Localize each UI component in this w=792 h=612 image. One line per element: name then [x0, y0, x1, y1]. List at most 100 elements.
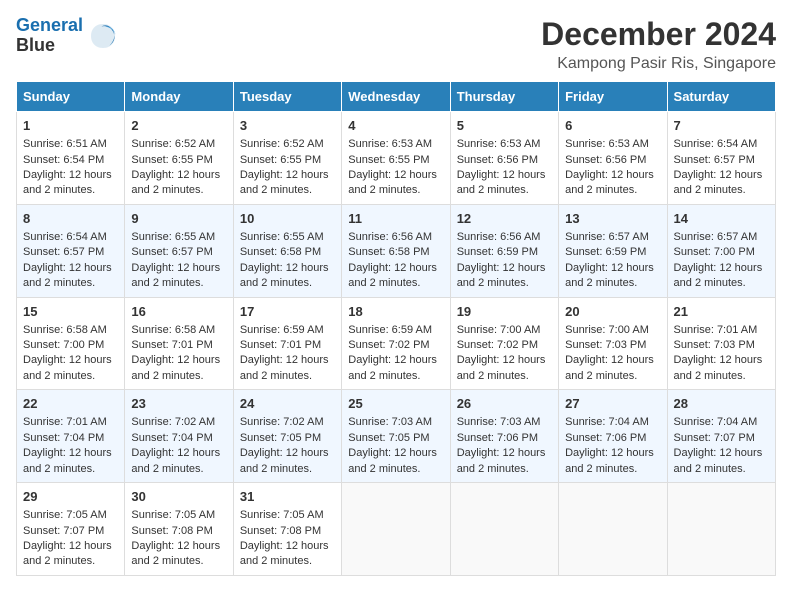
- calendar-cell: 13Sunrise: 6:57 AMSunset: 6:59 PMDayligh…: [559, 204, 667, 297]
- logo-icon: [87, 20, 119, 52]
- day-number: 2: [131, 117, 226, 135]
- day-number: 20: [565, 303, 660, 321]
- day-info: Sunrise: 6:52 AMSunset: 6:55 PMDaylight:…: [240, 138, 329, 196]
- calendar-cell: [342, 483, 450, 576]
- day-number: 6: [565, 117, 660, 135]
- day-info: Sunrise: 7:05 AMSunset: 7:07 PMDaylight:…: [23, 509, 112, 567]
- day-number: 1: [23, 117, 118, 135]
- day-info: Sunrise: 6:55 AMSunset: 6:58 PMDaylight:…: [240, 231, 329, 289]
- logo: GeneralBlue: [16, 16, 119, 56]
- day-info: Sunrise: 7:03 AMSunset: 7:06 PMDaylight:…: [457, 416, 546, 474]
- calendar-cell: 15 Sunrise: 6:58 AMSunset: 7:00 PMDayligh…: [17, 297, 125, 390]
- day-info: Sunrise: 6:53 AMSunset: 6:56 PMDaylight:…: [565, 138, 654, 196]
- day-number: 11: [348, 210, 443, 228]
- day-header-saturday: Saturday: [667, 82, 775, 112]
- calendar-cell: 29 Sunrise: 7:05 AMSunset: 7:07 PMDayligh…: [17, 483, 125, 576]
- week-row-2: 8Sunrise: 6:54 AMSunset: 6:57 PMDaylight…: [17, 204, 776, 297]
- calendar-cell: 3 Sunrise: 6:52 AMSunset: 6:55 PMDaylight…: [233, 112, 341, 205]
- logo-text: GeneralBlue: [16, 16, 83, 56]
- calendar-cell: [667, 483, 775, 576]
- day-number: 14: [674, 210, 769, 228]
- calendar-cell: 11Sunrise: 6:56 AMSunset: 6:58 PMDayligh…: [342, 204, 450, 297]
- day-info: Sunrise: 7:05 AMSunset: 7:08 PMDaylight:…: [240, 509, 329, 567]
- day-info: Sunrise: 6:57 AMSunset: 6:59 PMDaylight:…: [565, 231, 654, 289]
- day-info: Sunrise: 7:05 AMSunset: 7:08 PMDaylight:…: [131, 509, 220, 567]
- day-info: Sunrise: 6:51 AMSunset: 6:54 PMDaylight:…: [23, 138, 112, 196]
- day-info: Sunrise: 6:54 AMSunset: 6:57 PMDaylight:…: [674, 138, 763, 196]
- day-number: 3: [240, 117, 335, 135]
- day-number: 9: [131, 210, 226, 228]
- day-info: Sunrise: 6:57 AMSunset: 7:00 PMDaylight:…: [674, 231, 763, 289]
- day-header-sunday: Sunday: [17, 82, 125, 112]
- calendar-cell: 7 Sunrise: 6:54 AMSunset: 6:57 PMDaylight…: [667, 112, 775, 205]
- day-header-thursday: Thursday: [450, 82, 558, 112]
- day-number: 12: [457, 210, 552, 228]
- week-row-4: 22 Sunrise: 7:01 AMSunset: 7:04 PMDayligh…: [17, 390, 776, 483]
- day-info: Sunrise: 6:55 AMSunset: 6:57 PMDaylight:…: [131, 231, 220, 289]
- week-row-1: 1 Sunrise: 6:51 AMSunset: 6:54 PMDaylight…: [17, 112, 776, 205]
- day-number: 31: [240, 488, 335, 506]
- day-info: Sunrise: 6:56 AMSunset: 6:59 PMDaylight:…: [457, 231, 546, 289]
- day-number: 30: [131, 488, 226, 506]
- day-number: 18: [348, 303, 443, 321]
- day-header-tuesday: Tuesday: [233, 82, 341, 112]
- calendar-cell: 21 Sunrise: 7:01 AMSunset: 7:03 PMDayligh…: [667, 297, 775, 390]
- day-number: 17: [240, 303, 335, 321]
- day-number: 21: [674, 303, 769, 321]
- day-number: 7: [674, 117, 769, 135]
- week-row-5: 29 Sunrise: 7:05 AMSunset: 7:07 PMDayligh…: [17, 483, 776, 576]
- day-header-monday: Monday: [125, 82, 233, 112]
- day-info: Sunrise: 6:52 AMSunset: 6:55 PMDaylight:…: [131, 138, 220, 196]
- main-title: December 2024: [541, 16, 776, 53]
- day-number: 22: [23, 395, 118, 413]
- day-info: Sunrise: 7:01 AMSunset: 7:04 PMDaylight:…: [23, 416, 112, 474]
- calendar-cell: 25 Sunrise: 7:03 AMSunset: 7:05 PMDayligh…: [342, 390, 450, 483]
- calendar-cell: 27 Sunrise: 7:04 AMSunset: 7:06 PMDayligh…: [559, 390, 667, 483]
- day-info: Sunrise: 6:53 AMSunset: 6:55 PMDaylight:…: [348, 138, 437, 196]
- day-info: Sunrise: 7:04 AMSunset: 7:07 PMDaylight:…: [674, 416, 763, 474]
- calendar-cell: 22 Sunrise: 7:01 AMSunset: 7:04 PMDayligh…: [17, 390, 125, 483]
- calendar-cell: 24 Sunrise: 7:02 AMSunset: 7:05 PMDayligh…: [233, 390, 341, 483]
- header: GeneralBlue December 2024 Kampong Pasir …: [16, 16, 776, 73]
- calendar-cell: 17 Sunrise: 6:59 AMSunset: 7:01 PMDayligh…: [233, 297, 341, 390]
- day-number: 16: [131, 303, 226, 321]
- day-header-wednesday: Wednesday: [342, 82, 450, 112]
- day-info: Sunrise: 6:58 AMSunset: 7:01 PMDaylight:…: [131, 324, 220, 382]
- day-header-friday: Friday: [559, 82, 667, 112]
- subtitle: Kampong Pasir Ris, Singapore: [541, 55, 776, 73]
- week-row-3: 15 Sunrise: 6:58 AMSunset: 7:00 PMDayligh…: [17, 297, 776, 390]
- calendar-cell: 14 Sunrise: 6:57 AMSunset: 7:00 PMDayligh…: [667, 204, 775, 297]
- calendar-cell: 31 Sunrise: 7:05 AMSunset: 7:08 PMDayligh…: [233, 483, 341, 576]
- calendar-cell: 12 Sunrise: 6:56 AMSunset: 6:59 PMDayligh…: [450, 204, 558, 297]
- calendar-cell: 28 Sunrise: 7:04 AMSunset: 7:07 PMDayligh…: [667, 390, 775, 483]
- day-info: Sunrise: 7:03 AMSunset: 7:05 PMDaylight:…: [348, 416, 437, 474]
- day-number: 27: [565, 395, 660, 413]
- day-info: Sunrise: 6:53 AMSunset: 6:56 PMDaylight:…: [457, 138, 546, 196]
- day-number: 4: [348, 117, 443, 135]
- calendar-cell: 19Sunrise: 7:00 AMSunset: 7:02 PMDayligh…: [450, 297, 558, 390]
- day-number: 24: [240, 395, 335, 413]
- calendar-cell: [450, 483, 558, 576]
- calendar-cell: 2 Sunrise: 6:52 AMSunset: 6:55 PMDaylight…: [125, 112, 233, 205]
- calendar-cell: 8Sunrise: 6:54 AMSunset: 6:57 PMDaylight…: [17, 204, 125, 297]
- day-number: 5: [457, 117, 552, 135]
- day-number: 15: [23, 303, 118, 321]
- day-number: 25: [348, 395, 443, 413]
- calendar-cell: 23Sunrise: 7:02 AMSunset: 7:04 PMDayligh…: [125, 390, 233, 483]
- day-info: Sunrise: 7:00 AMSunset: 7:03 PMDaylight:…: [565, 324, 654, 382]
- day-info: Sunrise: 7:01 AMSunset: 7:03 PMDaylight:…: [674, 324, 763, 382]
- day-number: 28: [674, 395, 769, 413]
- calendar-cell: [559, 483, 667, 576]
- calendar-cell: 18Sunrise: 6:59 AMSunset: 7:02 PMDayligh…: [342, 297, 450, 390]
- day-info: Sunrise: 7:02 AMSunset: 7:04 PMDaylight:…: [131, 416, 220, 474]
- title-block: December 2024 Kampong Pasir Ris, Singapo…: [541, 16, 776, 73]
- day-info: Sunrise: 7:04 AMSunset: 7:06 PMDaylight:…: [565, 416, 654, 474]
- day-info: Sunrise: 7:02 AMSunset: 7:05 PMDaylight:…: [240, 416, 329, 474]
- calendar-cell: 20 Sunrise: 7:00 AMSunset: 7:03 PMDayligh…: [559, 297, 667, 390]
- day-number: 29: [23, 488, 118, 506]
- day-info: Sunrise: 6:58 AMSunset: 7:00 PMDaylight:…: [23, 324, 112, 382]
- day-number: 19: [457, 303, 552, 321]
- calendar-table: SundayMondayTuesdayWednesdayThursdayFrid…: [16, 81, 776, 576]
- day-info: Sunrise: 6:59 AMSunset: 7:01 PMDaylight:…: [240, 324, 329, 382]
- calendar-cell: 9 Sunrise: 6:55 AMSunset: 6:57 PMDaylight…: [125, 204, 233, 297]
